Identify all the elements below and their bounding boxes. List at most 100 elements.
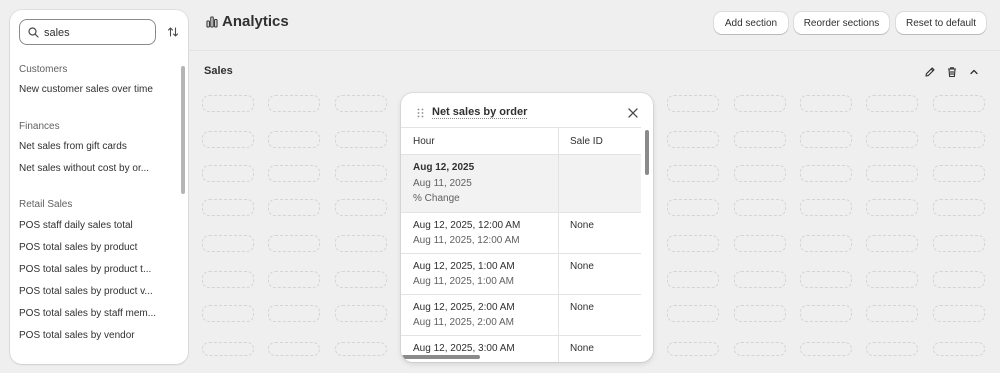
layout-placeholder (268, 165, 320, 182)
layout-placeholder (268, 235, 320, 252)
section-title: Sales (204, 65, 233, 77)
trash-icon (948, 67, 956, 78)
layout-placeholder (800, 305, 852, 322)
card-title[interactable]: Net sales by order (432, 106, 527, 118)
layout-placeholder (202, 271, 254, 288)
group-heading-customers: Customers (19, 64, 68, 75)
pencil-icon (925, 67, 935, 77)
layout-placeholder (866, 271, 918, 288)
layout-placeholder (933, 95, 985, 112)
layout-placeholder (335, 199, 387, 216)
close-icon[interactable] (627, 107, 639, 119)
cell-sale-id: None (570, 261, 594, 272)
report-item[interactable]: POS total sales by product v... (19, 286, 153, 297)
edit-section-button[interactable] (923, 65, 937, 79)
layout-placeholder (866, 131, 918, 148)
layout-placeholder (667, 305, 719, 322)
layout-placeholder (866, 95, 918, 112)
page-title: Analytics (222, 13, 289, 30)
layout-placeholder (800, 131, 852, 148)
cell-current-hour: Aug 12, 2025, 3:00 AM (413, 343, 515, 354)
sidebar-scrollbar[interactable] (181, 66, 185, 194)
table-header-row: Hour Sale ID (401, 127, 641, 155)
layout-placeholder (335, 305, 387, 322)
layout-placeholder (734, 271, 786, 288)
layout-placeholder (933, 199, 985, 216)
column-header-hour[interactable]: Hour (413, 136, 435, 147)
layout-placeholder (268, 199, 320, 216)
layout-placeholder (268, 342, 320, 356)
layout-placeholder (202, 342, 254, 356)
search-row (19, 19, 179, 45)
layout-placeholder (734, 199, 786, 216)
layout-placeholder (202, 95, 254, 112)
report-library-sidebar: Customers New customer sales over time F… (10, 10, 188, 364)
layout-placeholder (734, 235, 786, 252)
layout-placeholder (202, 165, 254, 182)
layout-placeholder (268, 131, 320, 148)
chevron-up-icon (970, 69, 978, 75)
report-item[interactable]: Net sales from gift cards (19, 141, 127, 152)
layout-placeholder (202, 305, 254, 322)
search-input[interactable] (44, 24, 152, 41)
layout-placeholder (800, 95, 852, 112)
layout-placeholder (335, 131, 387, 148)
report-item[interactable]: New customer sales over time (19, 84, 153, 95)
card-horizontal-scrollbar[interactable] (402, 355, 480, 359)
table-row: Aug 12, 2025, 1:00 AM Aug 11, 2025, 1:00… (401, 254, 641, 295)
drag-handle-icon[interactable] (417, 108, 424, 118)
layout-placeholder (866, 199, 918, 216)
layout-placeholder (335, 271, 387, 288)
layout-placeholder (268, 95, 320, 112)
card-vertical-scrollbar[interactable] (645, 130, 649, 175)
group-heading-finances: Finances (19, 121, 60, 132)
report-item[interactable]: Net sales without cost by or... (19, 163, 149, 174)
cell-sale-id: None (570, 302, 594, 313)
add-section-button[interactable]: Add section (714, 12, 788, 34)
cell-previous-hour: Aug 11, 2025, 12:00 AM (413, 235, 520, 246)
layout-placeholder (933, 235, 985, 252)
group-heading-retail-sales: Retail Sales (19, 199, 73, 210)
totals-current-date: Aug 12, 2025 (413, 162, 475, 173)
layout-placeholder (933, 271, 985, 288)
cell-current-hour: Aug 12, 2025, 1:00 AM (413, 261, 515, 272)
search-icon (28, 27, 39, 38)
report-item[interactable]: POS total sales by product (19, 242, 137, 253)
layout-placeholder (800, 235, 852, 252)
layout-placeholder (335, 342, 387, 356)
report-item[interactable]: POS staff daily sales total (19, 220, 133, 231)
table-row: Aug 12, 2025, 12:00 AM Aug 11, 2025, 12:… (401, 213, 641, 254)
reorder-sections-button[interactable]: Reorder sections (794, 12, 889, 34)
sort-button[interactable] (164, 23, 182, 41)
totals-row: Aug 12, 2025 Aug 11, 2025 % Change (401, 155, 641, 213)
cell-previous-hour: Aug 11, 2025, 1:00 AM (413, 276, 515, 287)
column-header-sale-id[interactable]: Sale ID (570, 136, 603, 147)
layout-placeholder (335, 235, 387, 252)
layout-placeholder (933, 165, 985, 182)
layout-placeholder (667, 271, 719, 288)
layout-placeholder (202, 199, 254, 216)
search-field[interactable] (19, 19, 156, 45)
layout-placeholder (734, 165, 786, 182)
layout-placeholder (800, 199, 852, 216)
layout-placeholder (734, 95, 786, 112)
layout-placeholder (866, 165, 918, 182)
layout-placeholder (734, 305, 786, 322)
cell-previous-hour: Aug 11, 2025, 2:00 AM (413, 317, 515, 328)
delete-section-button[interactable] (945, 65, 959, 79)
layout-placeholder (268, 271, 320, 288)
collapse-section-button[interactable] (967, 65, 981, 79)
layout-placeholder (202, 235, 254, 252)
bar-chart-icon (206, 16, 218, 28)
layout-placeholder (866, 305, 918, 322)
report-item[interactable]: POS total sales by product t... (19, 264, 151, 275)
totals-previous-date: Aug 11, 2025 (413, 178, 472, 189)
layout-placeholder (667, 199, 719, 216)
report-item[interactable]: POS total sales by staff mem... (19, 308, 156, 319)
reset-to-default-button[interactable]: Reset to default (896, 12, 986, 34)
layout-placeholder (268, 305, 320, 322)
layout-placeholder (734, 342, 786, 356)
layout-placeholder (202, 131, 254, 148)
report-item[interactable]: POS total sales by vendor (19, 330, 135, 341)
cell-sale-id: None (570, 343, 594, 354)
